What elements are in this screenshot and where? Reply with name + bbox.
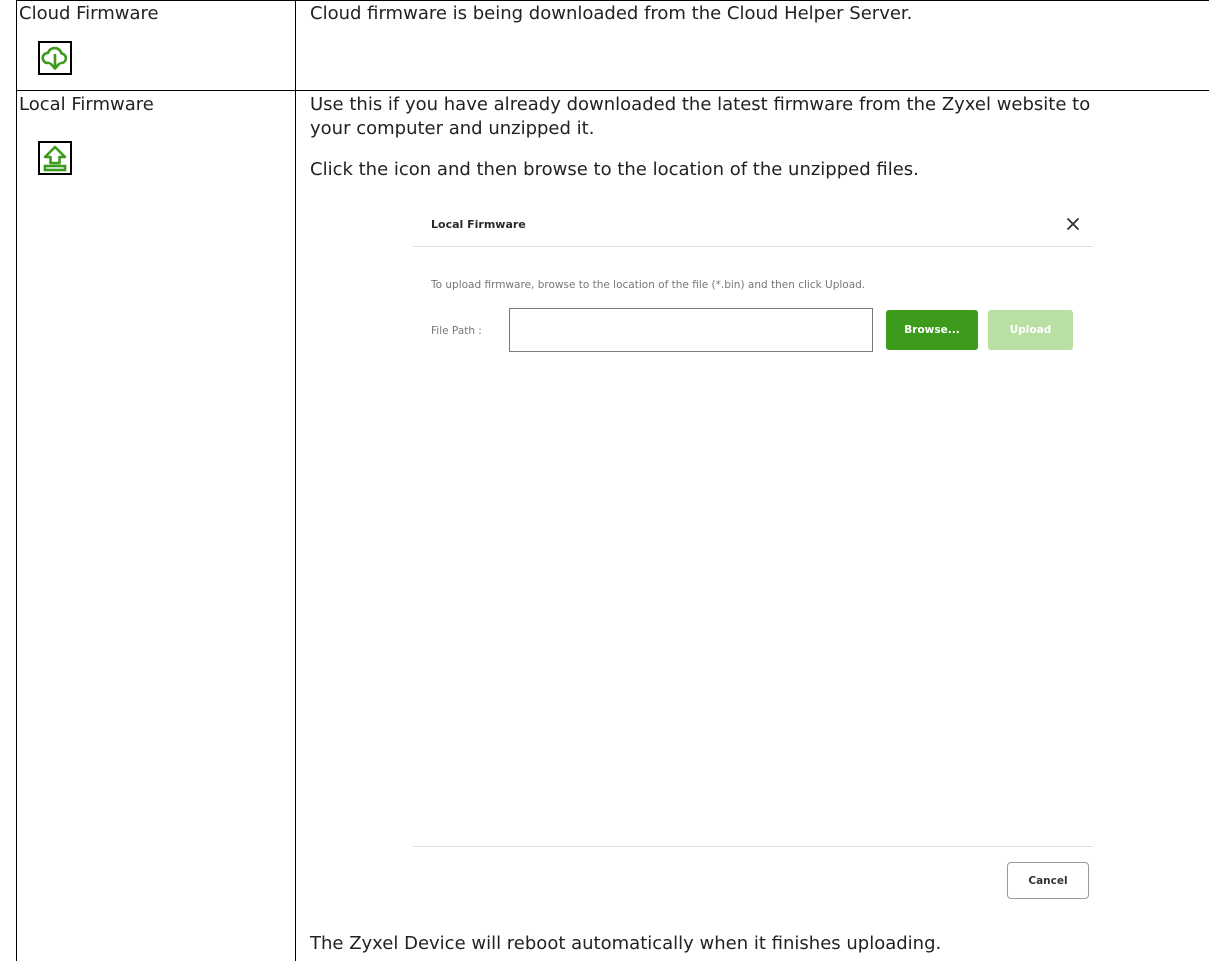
- dialog-footer-divider: [413, 846, 1093, 847]
- cloud-firmware-label: Cloud Firmware: [19, 3, 159, 24]
- dialog-title: Local Firmware: [431, 218, 526, 231]
- local-firmware-footer-note: The Zyxel Device will reboot automatical…: [310, 933, 942, 954]
- file-path-label: File Path :: [431, 325, 482, 337]
- cancel-button[interactable]: Cancel: [1007, 862, 1089, 899]
- local-firmware-instruction: Click the icon and then browse to the lo…: [310, 159, 919, 180]
- file-path-input[interactable]: [509, 308, 873, 352]
- dialog-header-divider: [413, 246, 1093, 247]
- local-firmware-label: Local Firmware: [19, 94, 154, 115]
- table-row-divider: [16, 90, 1209, 91]
- local-firmware-description-line1: Use this if you have already downloaded …: [310, 94, 1091, 115]
- local-firmware-description-line2: your computer and unzipped it.: [310, 118, 595, 139]
- table-border-top: [16, 0, 1209, 1]
- dialog-description: To upload firmware, browse to the locati…: [431, 279, 866, 291]
- close-icon[interactable]: [1061, 212, 1085, 236]
- cloud-firmware-description: Cloud firmware is being downloaded from …: [310, 3, 913, 24]
- upload-button[interactable]: Upload: [988, 310, 1073, 350]
- cloud-download-icon[interactable]: [38, 41, 72, 75]
- table-border-left: [16, 0, 17, 961]
- upload-icon[interactable]: [38, 141, 72, 175]
- table-column-divider: [295, 0, 296, 961]
- local-firmware-dialog: Local Firmware To upload firmware, brows…: [413, 206, 1093, 921]
- browse-button[interactable]: Browse...: [886, 310, 978, 350]
